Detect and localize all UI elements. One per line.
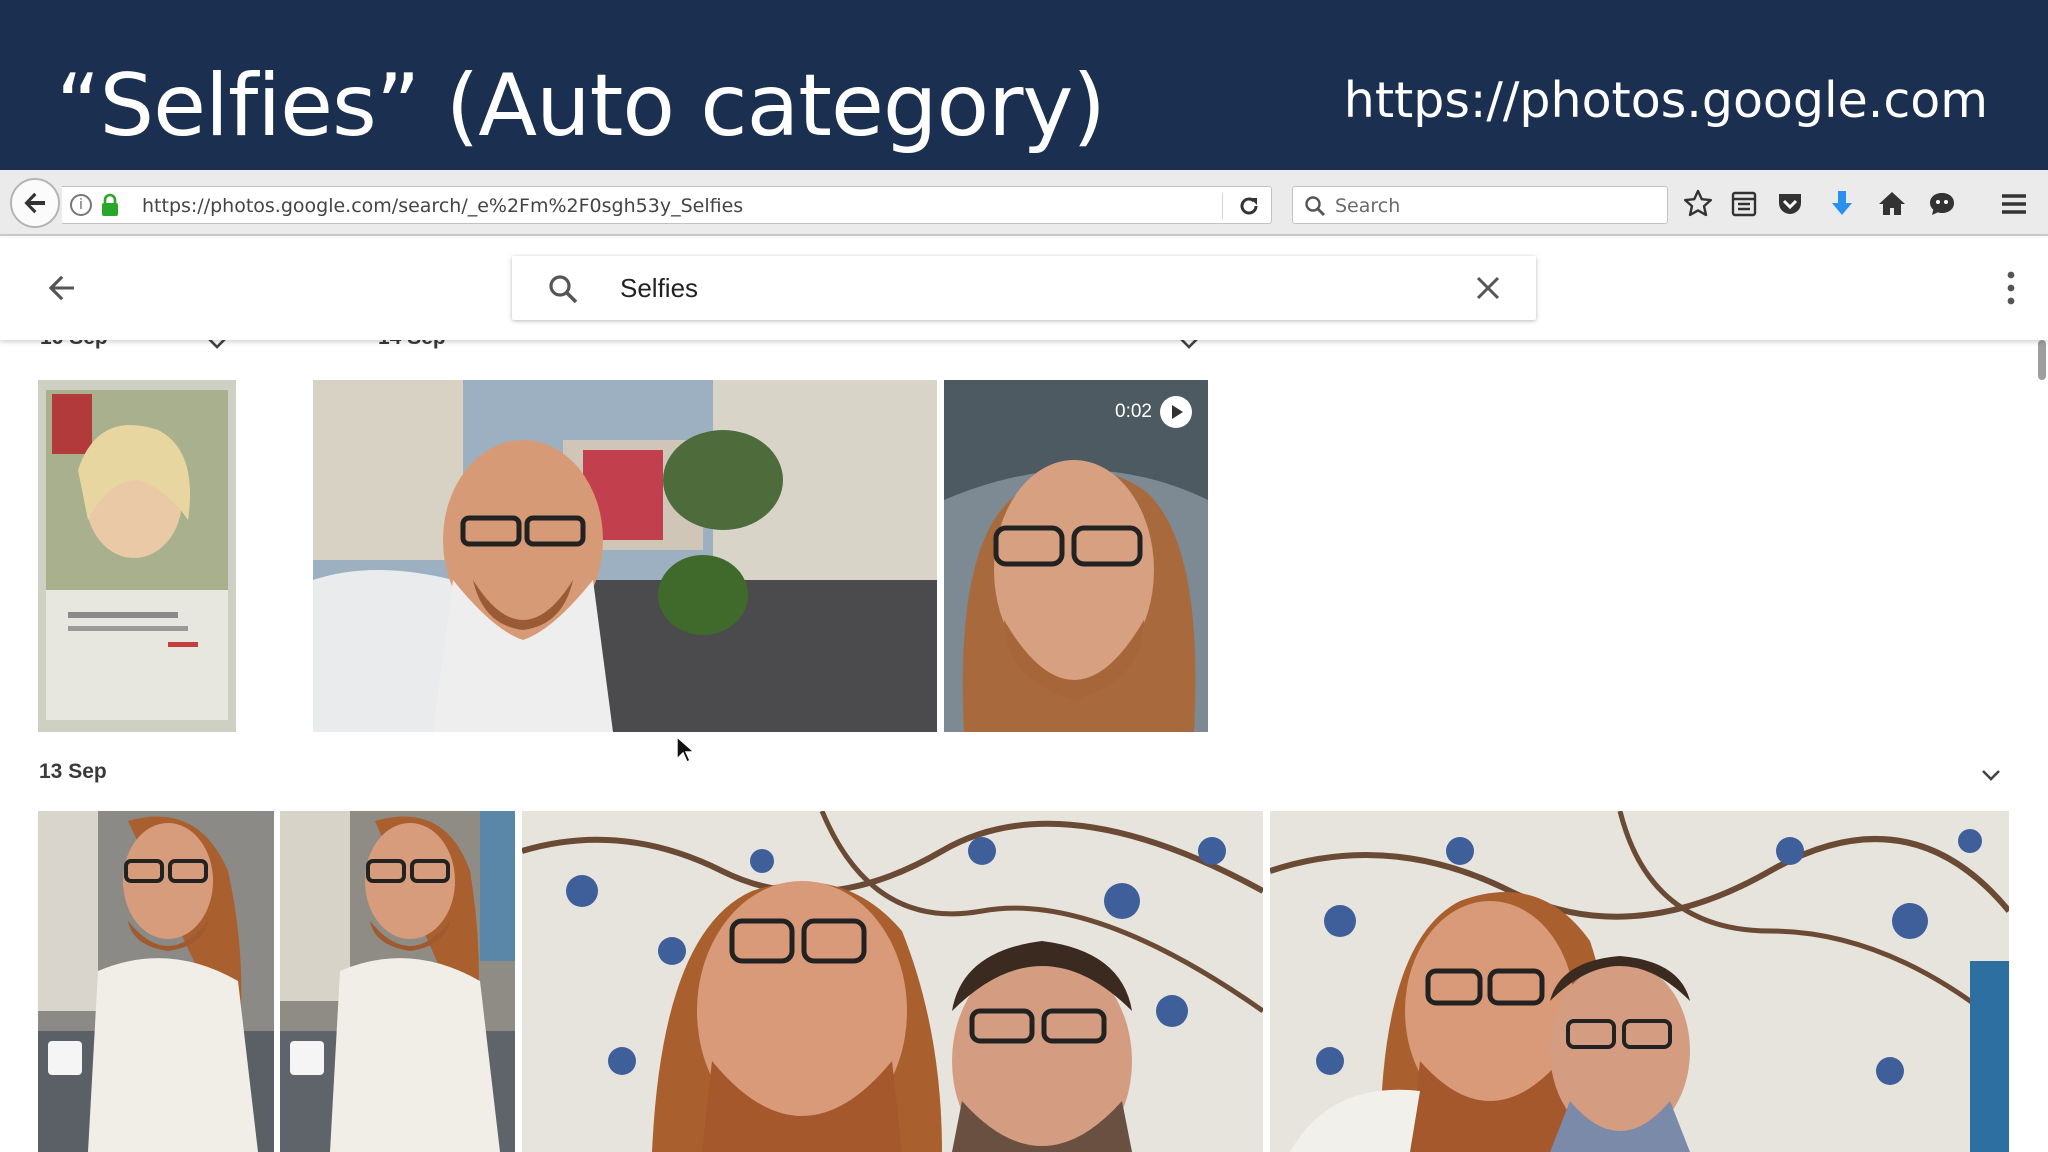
photo-thumbnail-duo-selfie-2[interactable]	[1270, 811, 2009, 1152]
scrollbar-thumb[interactable]	[2038, 340, 2046, 380]
home-icon[interactable]	[1876, 188, 1908, 220]
photo-thumbnail-street-selfie[interactable]	[313, 380, 937, 732]
search-icon	[1305, 196, 1325, 216]
arrow-left-icon	[24, 192, 45, 214]
browser-back-button[interactable]	[10, 178, 60, 228]
reload-icon[interactable]	[1236, 193, 1262, 219]
photo-grid: 16 Sep 14 Sep	[0, 340, 2048, 1152]
lock-icon	[102, 193, 118, 216]
url-bar[interactable]: i https://photos.google.com/search/_e%2F…	[62, 186, 1272, 224]
chevron-down-icon[interactable]	[1980, 768, 2002, 782]
video-selfie-image	[944, 380, 1208, 732]
slide-title: “Selfies” (Auto category)	[56, 56, 1106, 156]
date-header-16-sep: 16 Sep	[40, 340, 108, 350]
mouse-cursor-icon	[676, 736, 694, 763]
date-header-14-sep: 14 Sep	[378, 340, 446, 350]
play-icon	[1160, 396, 1192, 428]
chat-icon[interactable]	[1926, 188, 1958, 220]
more-vert-icon[interactable]	[2004, 266, 2018, 310]
video-duration-badge: 0:02	[1115, 396, 1192, 428]
arrow-back-icon[interactable]	[44, 270, 80, 306]
photo-thumbnail-poster[interactable]	[38, 380, 236, 732]
chevron-down-icon[interactable]	[206, 340, 228, 350]
photo-street-selfie-image	[313, 380, 937, 732]
photo-thumbnail-coffee-selfie-1[interactable]	[38, 811, 274, 1152]
url-text[interactable]: https://photos.google.com/search/_e%2Fm%…	[142, 187, 743, 225]
reading-list-icon[interactable]	[1728, 188, 1760, 220]
photo-poster-image	[38, 380, 236, 732]
photo-duo-selfie-2-image	[1270, 811, 2009, 1152]
photo-coffee-selfie-2-image	[280, 811, 515, 1152]
photo-coffee-selfie-1-image	[38, 811, 274, 1152]
chevron-down-icon[interactable]	[1178, 340, 1200, 350]
browser-toolbar: i https://photos.google.com/search/_e%2F…	[0, 170, 2048, 236]
close-icon[interactable]	[1474, 274, 1502, 302]
video-duration: 0:02	[1115, 401, 1152, 422]
pocket-icon[interactable]	[1774, 188, 1806, 220]
photos-search-input[interactable]: Selfies	[620, 256, 698, 320]
hamburger-menu-icon[interactable]	[1998, 188, 2030, 220]
slide-header: “Selfies” (Auto category) https://photos…	[0, 0, 2048, 170]
browser-search-placeholder: Search	[1335, 195, 1401, 217]
url-separator	[1222, 193, 1223, 219]
date-header-13-sep: 13 Sep	[39, 760, 107, 783]
browser-search-bar[interactable]: Search	[1292, 186, 1668, 224]
star-icon[interactable]	[1682, 188, 1714, 220]
photos-search-box[interactable]: Selfies	[512, 256, 1536, 320]
photos-app-bar: Selfies	[0, 238, 2048, 340]
photo-duo-selfie-1-image	[522, 811, 1263, 1152]
video-thumbnail-selfie[interactable]: 0:02	[944, 380, 1208, 732]
photo-thumbnail-coffee-selfie-2[interactable]	[280, 811, 515, 1152]
slide-url: https://photos.google.com	[1343, 72, 1988, 129]
search-icon	[549, 275, 578, 304]
photo-thumbnail-duo-selfie-1[interactable]	[522, 811, 1263, 1152]
download-icon[interactable]	[1826, 188, 1858, 220]
info-icon[interactable]: i	[70, 194, 92, 216]
